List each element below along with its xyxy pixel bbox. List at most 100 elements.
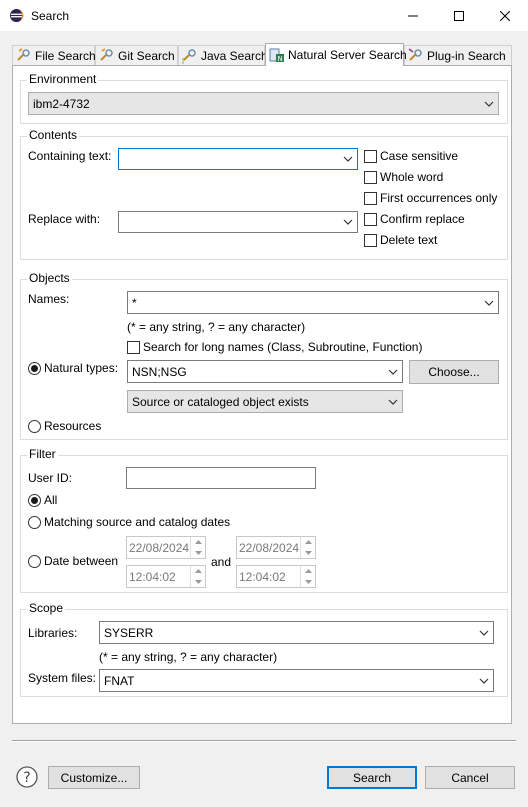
chevron-down-icon <box>480 101 498 107</box>
search-button-label: Search <box>352 770 392 785</box>
libraries-value: SYSERR <box>104 625 154 640</box>
tab-file-search[interactable]: File Search <box>12 45 96 65</box>
objects-group-label: Objects <box>27 271 72 285</box>
tab-label: File Search <box>35 48 96 63</box>
natural-server-search-icon: N <box>269 48 284 63</box>
maximize-button[interactable] <box>436 0 482 31</box>
containing-text-label: Containing text: <box>28 149 112 163</box>
resources-radio[interactable] <box>28 420 41 433</box>
choose-button[interactable]: Choose... <box>409 360 499 384</box>
date-between-label: Date between <box>44 554 119 568</box>
footer-separator-highlight <box>12 741 516 742</box>
tab-git-search[interactable]: Git Search <box>95 45 178 65</box>
spin-up-icon[interactable] <box>191 566 205 577</box>
delete-text-label: Delete text <box>380 233 438 247</box>
window-title: Search <box>31 9 70 23</box>
containing-text-combo[interactable] <box>118 148 358 170</box>
case-sensitive-checkbox[interactable] <box>364 150 377 163</box>
svg-text:N: N <box>278 55 283 63</box>
search-button[interactable]: Search <box>327 766 417 789</box>
system-files-label: System files: <box>28 671 97 685</box>
system-files-combo[interactable]: FNAT <box>99 669 494 692</box>
git-search-icon <box>100 47 113 61</box>
customize-button[interactable]: Customize... <box>48 766 140 789</box>
spin-up-icon[interactable] <box>301 537 315 548</box>
environment-value: ibm2-4732 <box>33 96 90 111</box>
close-icon <box>500 10 510 21</box>
chevron-down-icon <box>384 399 402 405</box>
to-time-spinner[interactable]: 12:04:02 <box>236 565 316 588</box>
to-date-value: 22/08/2024 <box>239 540 300 555</box>
spin-up-icon[interactable] <box>191 537 205 548</box>
names-hint: (* = any string, ? = any character) <box>127 320 306 334</box>
replace-with-label: Replace with: <box>28 212 101 226</box>
to-date-spinner[interactable]: 22/08/2024 <box>236 536 316 559</box>
chevron-down-icon <box>384 369 402 375</box>
radio-selected-dot <box>31 365 38 372</box>
tab-plugin-search[interactable]: Plug-in Search <box>404 45 512 65</box>
tab-label: Plug-in Search <box>427 48 506 63</box>
spin-up-icon[interactable] <box>301 566 315 577</box>
all-radio[interactable] <box>28 494 41 507</box>
first-occurrences-label: First occurrences only <box>380 191 498 205</box>
choose-button-label: Choose... <box>428 365 480 379</box>
minimize-button[interactable] <box>390 0 436 31</box>
svg-text:J: J <box>182 57 184 64</box>
from-time-spinner[interactable]: 12:04:02 <box>126 565 206 588</box>
environment-combo[interactable]: ibm2-4732 <box>28 92 499 115</box>
all-label: All <box>44 493 58 507</box>
chevron-down-icon <box>475 630 493 636</box>
whole-word-checkbox[interactable] <box>364 171 377 184</box>
whole-word-label: Whole word <box>380 170 444 184</box>
tab-natural-server-search[interactable]: N Natural Server Search <box>265 43 407 66</box>
chevron-down-icon <box>475 678 493 684</box>
plugin-search-icon <box>408 47 422 61</box>
search-tabs: File Search Git Search J Java Search N N… <box>12 43 512 66</box>
delete-text-checkbox[interactable] <box>364 234 377 247</box>
file-search-icon <box>17 47 30 61</box>
title-bar: Search <box>0 0 528 31</box>
radio-selected-dot <box>31 497 38 504</box>
spin-down-icon[interactable] <box>191 577 205 588</box>
environment-group-label: Environment <box>27 72 99 86</box>
user-id-input[interactable] <box>126 467 316 489</box>
names-label: Names: <box>28 292 70 306</box>
libraries-combo[interactable]: SYSERR <box>99 621 494 644</box>
customize-button-label: Customize... <box>60 770 128 785</box>
tab-label: Git Search <box>118 48 175 63</box>
existence-combo[interactable]: Source or cataloged object exists <box>127 390 403 413</box>
long-names-checkbox[interactable] <box>127 341 140 354</box>
java-search-icon: J <box>182 48 196 64</box>
first-occurrences-checkbox[interactable] <box>364 192 377 205</box>
close-button[interactable] <box>482 0 528 31</box>
from-time-value: 12:04:02 <box>129 569 176 584</box>
tab-java-search[interactable]: J Java Search <box>178 45 268 65</box>
natural-types-label: Natural types: <box>44 361 119 375</box>
svg-text:?: ? <box>23 770 30 786</box>
filter-group-label: Filter <box>27 447 58 461</box>
cancel-button[interactable]: Cancel <box>425 766 515 789</box>
tab-label: Java Search <box>201 48 268 63</box>
names-combo[interactable]: * <box>127 291 499 314</box>
natural-types-radio[interactable] <box>28 362 41 375</box>
confirm-replace-checkbox[interactable] <box>364 213 377 226</box>
matching-dates-radio[interactable] <box>28 516 41 529</box>
help-icon[interactable]: ? <box>16 766 38 788</box>
chevron-down-icon <box>339 156 357 162</box>
from-date-value: 22/08/2024 <box>129 540 190 555</box>
date-between-radio[interactable] <box>28 555 41 568</box>
tab-label: Natural Server Search <box>288 48 407 62</box>
eclipse-icon <box>9 8 24 23</box>
contents-group-label: Contents <box>27 128 80 142</box>
spin-down-icon[interactable] <box>301 548 315 559</box>
maximize-icon <box>454 10 464 21</box>
spin-down-icon[interactable] <box>191 548 205 559</box>
existence-value: Source or cataloged object exists <box>132 394 309 409</box>
replace-with-combo[interactable] <box>118 211 358 233</box>
minimize-icon <box>408 15 418 16</box>
case-sensitive-label: Case sensitive <box>380 149 459 163</box>
to-time-value: 12:04:02 <box>239 569 286 584</box>
from-date-spinner[interactable]: 22/08/2024 <box>126 536 206 559</box>
natural-types-combo[interactable]: NSN;NSG <box>127 360 403 383</box>
spin-down-icon[interactable] <box>301 577 315 588</box>
